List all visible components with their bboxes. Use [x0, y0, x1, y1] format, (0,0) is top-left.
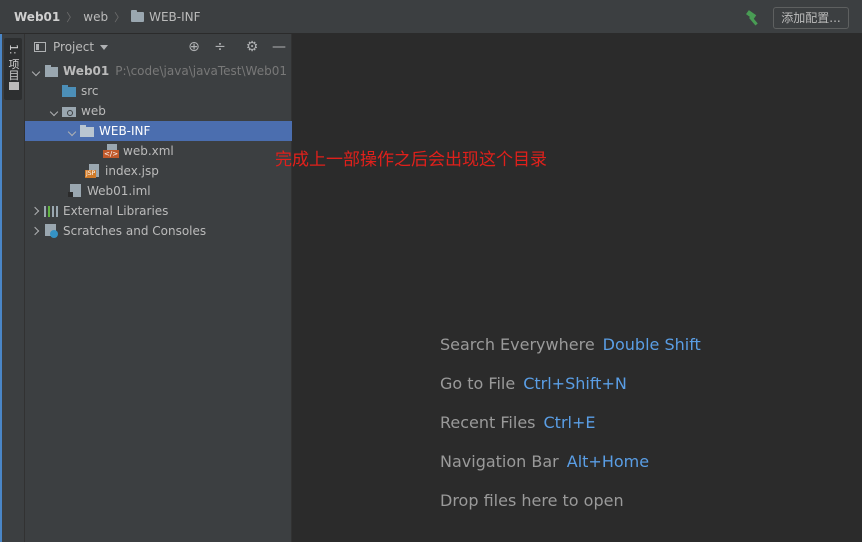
hint-text: Drop files here to open [440, 491, 624, 510]
annotation-text: 完成上一部操作之后会出现这个目录 [275, 150, 547, 170]
iml-file-icon [67, 184, 83, 198]
hint-shortcut[interactable]: Ctrl+E [544, 413, 596, 432]
chevron-right-icon[interactable] [31, 221, 43, 241]
navigation-bar: Web01 〉 web 〉 WEB-INF 添加配置... [0, 0, 862, 34]
tree-item-label: WEB-INF [99, 124, 151, 138]
hint-text: Recent Files [440, 413, 536, 432]
tree-item-label: Scratches and Consoles [63, 224, 207, 238]
hint-search-everywhere: Search Everywhere Double Shift [440, 335, 701, 354]
tree-item-web-inf[interactable]: WEB-INF [25, 121, 292, 141]
project-tool-tab-label: 1: 项目 [7, 44, 20, 81]
project-panel: Project ⊕ ÷ ⚙ — Web01 P:\code\java\javaT… [25, 34, 292, 542]
module-path: P:\code\java\javaTest\Web01 [115, 64, 287, 78]
tree-item-external-libraries[interactable]: External Libraries [25, 201, 298, 221]
folder-icon [9, 82, 19, 90]
web-folder-icon [61, 104, 77, 118]
hint-text: Search Everywhere [440, 335, 595, 354]
breadcrumb-item-web[interactable]: web [83, 10, 108, 24]
hint-go-to-file: Go to File Ctrl+Shift+N [440, 374, 627, 393]
hint-text: Go to File [440, 374, 516, 393]
collapse-all-icon[interactable]: ÷ [212, 39, 228, 55]
tree-item-web[interactable]: web [25, 101, 316, 121]
libraries-icon [43, 204, 59, 218]
hint-drop-files: Drop files here to open [440, 491, 624, 510]
tree-item-label: web.xml [123, 144, 174, 158]
gear-icon[interactable]: ⚙ [244, 39, 260, 55]
hint-shortcut[interactable]: Alt+Home [567, 452, 649, 471]
breadcrumb: Web01 〉 web 〉 WEB-INF [14, 9, 201, 25]
chevron-down-icon[interactable] [31, 61, 43, 81]
chevron-right-icon[interactable] [31, 201, 43, 221]
module-folder-icon [43, 64, 59, 78]
left-tool-stripe [0, 34, 25, 542]
breadcrumb-item-web-inf[interactable]: WEB-INF [149, 10, 200, 24]
tree-item-web-xml[interactable]: web.xml [25, 141, 292, 161]
source-folder-icon [61, 84, 77, 98]
tree-item-label: External Libraries [63, 204, 169, 218]
hint-shortcut[interactable]: Ctrl+Shift+N [523, 374, 627, 393]
chevron-down-icon[interactable] [100, 44, 109, 50]
stripe-edge [0, 34, 2, 542]
tree-item-label: Web01 [63, 64, 110, 78]
breadcrumb-separator-icon: 〉 [66, 10, 78, 24]
tree-item-web01-iml[interactable]: Web01.iml [25, 181, 292, 201]
tree-item-label: src [81, 84, 99, 98]
jsp-file-icon [85, 164, 101, 178]
project-view-icon [34, 42, 46, 52]
tree-item-web01[interactable]: Web01 P:\code\java\javaTest\Web01 [25, 61, 298, 81]
tree-item-scratches[interactable]: Scratches and Consoles [25, 221, 298, 241]
tree-item-label: index.jsp [105, 164, 159, 178]
breadcrumb-item-web01[interactable]: Web01 [14, 10, 60, 24]
tree-item-label: web [81, 104, 106, 118]
build-hammer-icon[interactable] [745, 10, 763, 26]
hint-recent-files: Recent Files Ctrl+E [440, 413, 595, 432]
locate-target-icon[interactable]: ⊕ [186, 39, 202, 55]
tree-item-index-jsp[interactable]: index.jsp [25, 161, 292, 181]
hide-panel-icon[interactable]: — [271, 39, 287, 55]
hint-text: Navigation Bar [440, 452, 559, 471]
chevron-down-icon[interactable] [49, 101, 61, 121]
project-view-selector[interactable]: Project [53, 40, 94, 54]
folder-icon [131, 9, 145, 22]
project-panel-header: Project ⊕ ÷ ⚙ — [25, 34, 292, 60]
tree-item-label: Web01.iml [87, 184, 151, 198]
add-configuration-button[interactable]: 添加配置... [773, 7, 849, 29]
scratches-icon [43, 224, 59, 238]
xml-file-icon [103, 144, 120, 158]
hint-navigation-bar: Navigation Bar Alt+Home [440, 452, 649, 471]
tree-item-src[interactable]: src [25, 81, 316, 101]
chevron-down-icon[interactable] [67, 121, 79, 141]
breadcrumb-separator-icon: 〉 [114, 10, 126, 24]
folder-icon [79, 124, 95, 138]
hint-shortcut[interactable]: Double Shift [603, 335, 701, 354]
